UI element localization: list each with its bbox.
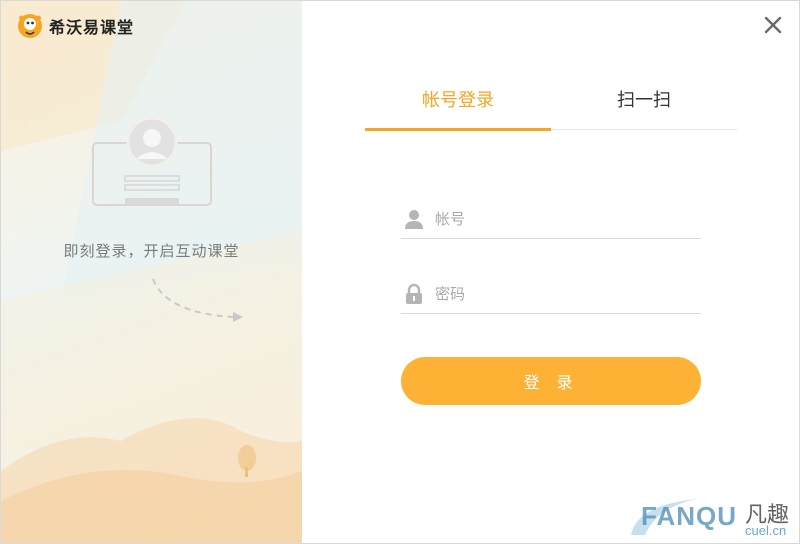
watermark-url: cuel.cn [745,523,787,538]
tab-account-login[interactable]: 帐号登录 [365,87,551,131]
password-field [401,274,701,314]
login-tabs: 帐号登录 扫一扫 [365,87,737,131]
app-name: 希沃易课堂 [49,18,135,37]
tagline: 即刻登录，开启互动课堂 [63,242,240,260]
tab-scan-qr[interactable]: 扫一扫 [551,87,737,129]
login-button[interactable]: 登 录 [401,357,701,405]
close-icon [764,16,782,34]
login-window: 希沃易课堂 即刻登录，开启互动课堂 帐号登录 扫一扫 登 录 [0,0,800,544]
lock-icon [406,283,422,304]
account-input[interactable] [435,209,685,228]
seewo-logo-icon [18,14,42,38]
password-input[interactable] [435,284,685,303]
watermark-text: FANQU [641,501,737,531]
close-button[interactable] [763,15,783,35]
account-field [401,199,701,239]
background-illustration [1,1,302,543]
brand: 希沃易课堂 [17,13,134,39]
watermark: FANQU 凡趣 cuel.cn [627,495,797,541]
illustration-panel: 希沃易课堂 即刻登录，开启互动课堂 [1,1,302,543]
user-icon [405,209,423,229]
